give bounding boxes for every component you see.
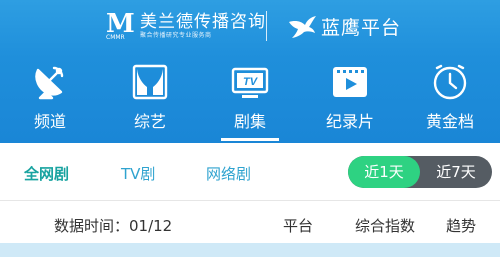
satellite-dish-icon [35,66,64,100]
column-trend: 趋势 [446,217,477,235]
cmmr-logo: M CMMR 美兰德传播咨询 聚合传播研究专业服务商 [106,9,266,42]
brand-text: 美兰德传播咨询 聚合传播研究专业服务商 [140,12,266,40]
logo-sub: CMMR [106,34,125,41]
active-category-underline [221,138,279,141]
app-header: M CMMR 美兰德传播咨询 聚合传播研究专业服务商 蓝鹰平台 [0,0,500,50]
table-first-row [0,243,500,257]
category-documentary[interactable]: 纪录片 [310,58,390,143]
tab-web-drama[interactable]: 网络剧 [206,163,251,184]
brand-name: 美兰德传播咨询 [140,12,266,32]
category-label: 黄金档 [425,112,474,131]
category-channel[interactable]: 频道 [10,58,90,143]
period-toggle[interactable]: 近1天 近7天 [348,156,492,188]
category-label: 频道 [33,112,66,131]
period-7-days[interactable]: 近7天 [420,156,492,188]
film-play-icon [333,67,367,97]
column-platform: 平台 [283,217,314,235]
category-variety[interactable]: 综艺 [110,58,190,143]
stage-curtain-icon [132,64,168,100]
tab-tv-drama[interactable]: TV剧 [121,163,155,184]
data-time-label: 数据时间：01/12 [54,217,173,235]
category-prime-time[interactable]: 黄金档 [410,58,490,143]
category-drama[interactable]: TV 剧集 [210,58,290,143]
partner-name: 蓝鹰平台 [321,16,402,39]
table-header: 数据时间：01/12 平台 综合指数 趋势 [0,202,500,242]
brand-tagline: 聚合传播研究专业服务商 [140,32,212,39]
cmmr-logo-mark: M CMMR [106,9,136,42]
period-1-day[interactable]: 近1天 [348,156,420,188]
clock-icon [433,64,467,100]
column-composite-index: 综合指数 [355,217,416,235]
tv-icon-text: TV [243,76,259,88]
header-divider [266,11,267,41]
tab-all-network[interactable]: 全网剧 [24,163,69,184]
category-label: 综艺 [133,112,166,131]
category-label: 剧集 [233,112,266,131]
eagle-icon [289,16,316,38]
lanying-logo: 蓝鹰平台 [287,11,401,41]
tv-icon: TV [231,67,269,98]
category-label: 纪录片 [325,112,374,131]
category-nav: 频道 综艺 TV 剧集 纪录片 黄金档 [0,58,500,143]
